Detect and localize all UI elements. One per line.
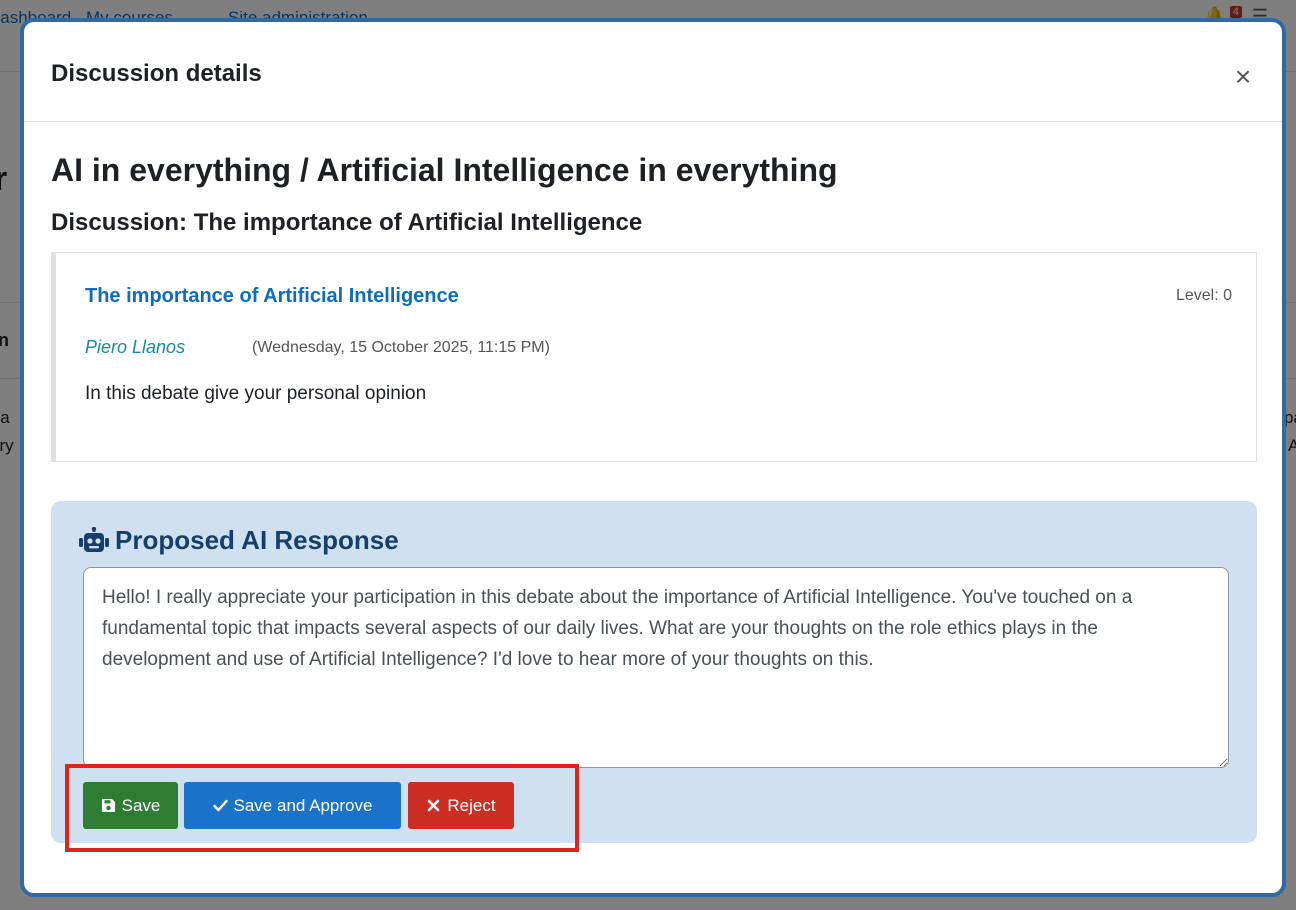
modal-title: Discussion details xyxy=(51,60,262,87)
ai-response-title: Proposed AI Response xyxy=(79,525,399,556)
reject-button-label: Reject xyxy=(447,795,496,815)
save-and-approve-button-label: Save and Approve xyxy=(233,795,373,815)
post-date: (Wednesday, 15 October 2025, 11:15 PM) xyxy=(252,339,550,356)
post-card: The importance of Artificial Intelligenc… xyxy=(51,252,1257,462)
ai-response-panel: Proposed AI Response Hello! I really app… xyxy=(51,501,1257,852)
save-button-label: Save xyxy=(121,795,161,815)
action-buttons-highlight: Save Save and Approve Reject xyxy=(65,764,579,852)
floppy-disk-icon xyxy=(101,798,116,813)
post-title-link[interactable]: The importance of Artificial Intelligenc… xyxy=(85,285,459,308)
modal-header: Discussion details × xyxy=(24,22,1282,122)
post-author-link[interactable]: Piero Llanos xyxy=(85,337,185,358)
ai-response-title-text: Proposed AI Response xyxy=(115,525,399,555)
reject-button[interactable]: Reject xyxy=(408,782,514,829)
discussion-heading: Discussion: The importance of Artificial… xyxy=(51,209,643,236)
post-body: In this debate give your personal opinio… xyxy=(85,383,427,404)
robot-icon xyxy=(79,526,109,555)
course-heading: AI in everything / Artificial Intelligen… xyxy=(51,152,838,188)
save-and-approve-button[interactable]: Save and Approve xyxy=(184,782,401,829)
save-button[interactable]: Save xyxy=(83,782,178,829)
post-level: Level: 0 xyxy=(1175,287,1232,304)
discussion-details-modal: Discussion details × AI in everything / … xyxy=(20,18,1286,897)
close-icon: × xyxy=(1234,61,1252,92)
check-icon xyxy=(212,798,228,813)
ai-response-textarea[interactable]: Hello! I really appreciate your particip… xyxy=(83,567,1229,768)
close-button[interactable]: × xyxy=(1228,62,1258,92)
x-icon xyxy=(426,798,441,813)
